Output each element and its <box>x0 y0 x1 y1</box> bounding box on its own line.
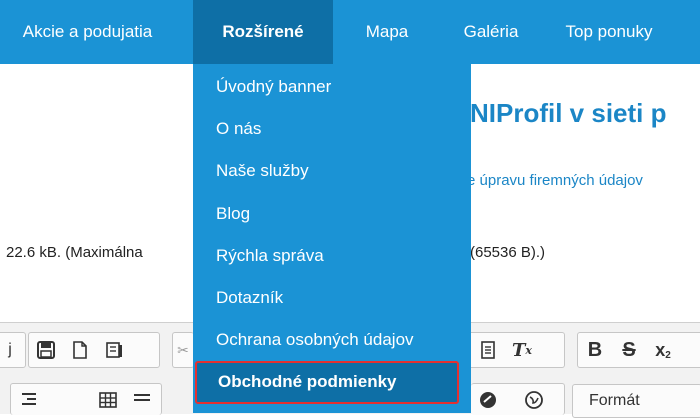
cut-icon[interactable]: ✂ <box>175 335 191 365</box>
horizontal-rule-icon[interactable] <box>127 385 157 415</box>
menu-item-nase-sluzby[interactable]: Naše služby <box>193 150 471 192</box>
nav-item-galeria[interactable]: Galéria <box>441 0 541 64</box>
nav-item-akcie[interactable]: Akcie a podujatia <box>0 0 175 64</box>
menu-item-dotaznik[interactable]: Dotazník <box>193 277 471 319</box>
page-heading: NIProfil v sieti p <box>470 98 667 128</box>
menu-item-o-nas[interactable]: O nás <box>193 108 471 150</box>
link-icon[interactable] <box>473 385 503 415</box>
nav-item-top-ponuky[interactable]: Top ponuky <box>541 0 677 64</box>
partial-button-glyph[interactable]: j <box>0 335 23 365</box>
toolbar-group-clipboard: ✂ <box>172 332 194 368</box>
menu-item-obchodne-podmienky[interactable]: Obchodné podmienky <box>195 361 459 404</box>
menu-item-uvodny-banner[interactable]: Úvodný banner <box>193 66 471 108</box>
remove-format-icon[interactable]: Tx <box>507 335 537 365</box>
main-navigation: Akcie a podujatia Rozšírené Mapa Galéria… <box>0 0 700 64</box>
rozsirene-dropdown-menu: Úvodný banner O nás Naše služby Blog Rýc… <box>193 64 471 413</box>
toolbar-group-basicstyles: B S x2 <box>577 332 700 368</box>
save-icon[interactable] <box>31 335 61 365</box>
size-info-text: 22.6 kB. (Maximálna <box>6 244 143 261</box>
menu-item-ochrana-udajov[interactable]: Ochrana osobných údajov <box>193 319 471 361</box>
menu-item-rychla-sprava[interactable]: Rýchla správa <box>193 235 471 277</box>
toolbar-group-paragraph <box>10 383 162 415</box>
bold-icon[interactable]: B <box>580 335 610 365</box>
table-icon[interactable] <box>93 385 123 415</box>
paste-from-word-icon[interactable] <box>473 335 503 365</box>
page-subtext-link[interactable]: e úpravu firemných údajov <box>467 172 643 189</box>
toolbar-group-document <box>28 332 160 368</box>
nav-item-rozsirene[interactable]: Rozšírené <box>193 0 333 64</box>
toolbar-group-clear: Tx <box>471 332 565 368</box>
toolbar-group-links <box>471 383 565 415</box>
menu-item-blog[interactable]: Blog <box>193 193 471 235</box>
align-right-icon[interactable] <box>13 385 43 415</box>
subscript-icon[interactable]: x2 <box>648 335 678 365</box>
toolbar-group-partial: j <box>0 332 26 368</box>
globe-icon[interactable] <box>519 385 549 415</box>
strikethrough-icon[interactable]: S <box>614 335 644 365</box>
new-page-icon[interactable] <box>65 335 95 365</box>
nav-item-mapa[interactable]: Mapa <box>333 0 441 64</box>
size-limit-text: (65536 B).) <box>470 244 546 261</box>
templates-icon[interactable] <box>99 335 129 365</box>
